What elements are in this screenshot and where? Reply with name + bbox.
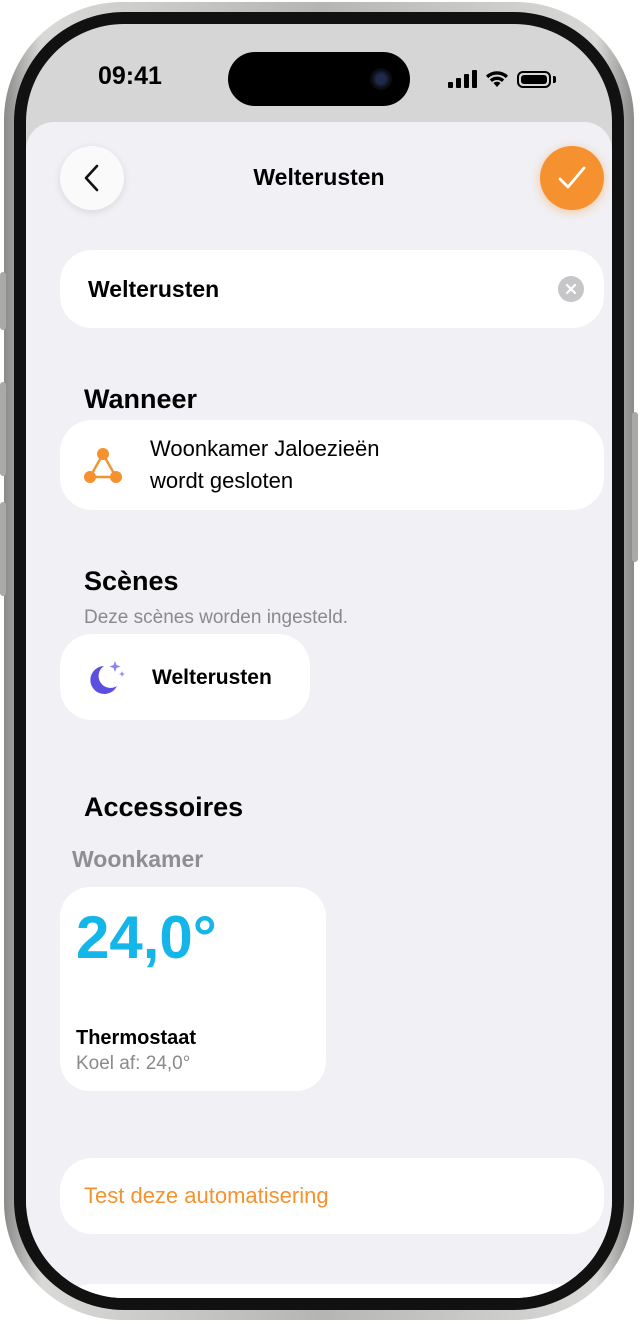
camera-icon bbox=[370, 68, 392, 90]
battery-cap bbox=[553, 75, 556, 83]
section-title-scenes: Scènes bbox=[84, 566, 179, 596]
phone-frame: 09:41 Welterusten Welterusten Wanneer Wo… bbox=[0, 2, 638, 1320]
name-field[interactable]: Welterusten bbox=[60, 250, 604, 328]
section-title-accessories: Accessoires bbox=[84, 792, 244, 822]
name-field-value[interactable]: Welterusten bbox=[88, 276, 219, 303]
room-label: Woonkamer bbox=[72, 846, 204, 872]
side-button bbox=[632, 412, 638, 562]
trigger-line-1: Woonkamer Jaloezieën bbox=[150, 436, 380, 461]
automation-sheet: Welterusten Welterusten Wanneer Woonkame… bbox=[26, 122, 612, 1298]
thermostat-temperature: 24,0° bbox=[76, 904, 217, 971]
moon-stars-icon bbox=[90, 661, 125, 694]
trigger-item[interactable]: Woonkamer Jaloezieën wordt gesloten bbox=[60, 420, 604, 510]
status-time: 09:41 bbox=[98, 62, 162, 90]
thermostat-name: Thermostaat bbox=[76, 1027, 197, 1049]
cellular-signal-icon bbox=[448, 70, 477, 88]
section-title-when: Wanneer bbox=[84, 384, 198, 414]
test-automation-label: Test deze automatisering bbox=[84, 1183, 329, 1208]
trigger-line-2: wordt gesloten bbox=[150, 468, 294, 493]
page-title: Welterusten bbox=[253, 164, 385, 190]
section-subtitle-scenes: Deze scènes worden ingesteld. bbox=[84, 607, 349, 628]
volume-up-button bbox=[0, 382, 6, 476]
battery-icon bbox=[517, 70, 551, 88]
test-automation-button[interactable]: Test deze automatisering bbox=[60, 1158, 604, 1234]
bezel: 09:41 Welterusten Welterusten Wanneer Wo… bbox=[14, 12, 624, 1310]
scene-item[interactable]: Welterusten bbox=[60, 634, 310, 720]
screen: 09:41 Welterusten Welterusten Wanneer Wo… bbox=[26, 24, 612, 1298]
checkmark-icon bbox=[558, 166, 586, 189]
action-button bbox=[0, 272, 6, 330]
status-icons bbox=[448, 69, 556, 89]
thermostat-status: Koel af: 24,0° bbox=[76, 1053, 191, 1074]
dynamic-island bbox=[228, 52, 410, 106]
thermostat-tile[interactable]: 24,0° Thermostaat Koel af: 24,0° bbox=[60, 887, 326, 1091]
wifi-icon bbox=[486, 71, 508, 87]
network-triangle-icon bbox=[84, 448, 122, 483]
volume-down-button bbox=[0, 502, 6, 596]
done-button[interactable] bbox=[540, 146, 604, 210]
scene-label: Welterusten bbox=[152, 666, 272, 689]
clear-icon[interactable] bbox=[558, 276, 584, 302]
list-item[interactable] bbox=[60, 1284, 604, 1298]
